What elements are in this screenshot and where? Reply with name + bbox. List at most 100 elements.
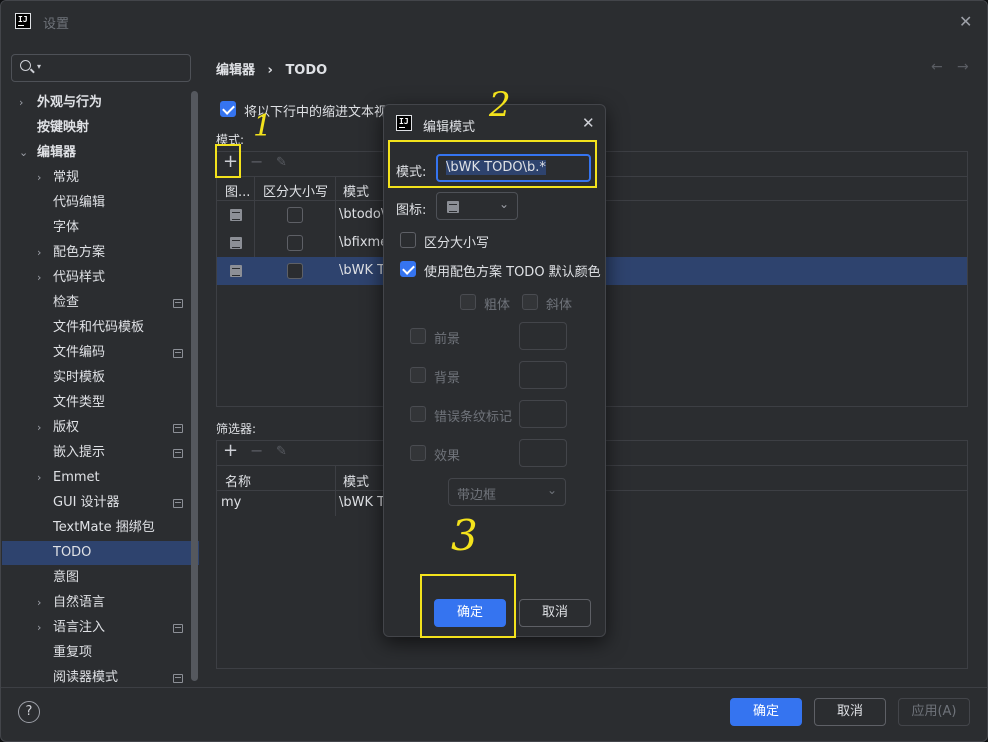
breadcrumb-separator: › [267,63,273,78]
chevron-right-icon[interactable]: › [37,171,41,184]
table-cell[interactable]: \btodo\ [339,207,383,222]
chevron-right-icon[interactable]: › [37,271,41,284]
case-sensitive-checkbox[interactable] [287,207,303,223]
bold-checkbox[interactable] [460,294,476,310]
annotation-number-1: 1 [253,109,273,144]
todo-icon [230,209,242,221]
foreground-checkbox[interactable] [410,328,426,344]
sidebar-item-file-templates[interactable]: 文件和代码模板 [53,316,144,340]
sidebar-item-inspections[interactable]: 检查 [53,291,79,315]
bold-label: 粗体 [484,298,511,313]
chevron-down-icon: ⌄ [499,197,510,211]
error-stripe-color-swatch[interactable] [519,400,567,428]
column-case-sensitive[interactable]: 区分大小写 [263,181,328,200]
annotation-number-3: 3 [451,511,478,560]
sidebar-item-font[interactable]: 字体 [53,216,79,240]
error-stripe-checkbox[interactable] [410,406,426,422]
breadcrumb-parent[interactable]: 编辑器 [216,63,255,78]
case-sensitive-checkbox[interactable] [287,235,303,251]
breadcrumb: 编辑器 › TODO [216,59,327,78]
sidebar-item-keymap[interactable]: 按键映射 [37,116,89,140]
column-divider [335,466,336,516]
column-pattern[interactable]: 模式 [343,471,369,490]
filters-label: 筛选器: [216,422,257,436]
sidebar-item-code-editing[interactable]: 代码编辑 [53,191,105,215]
sidebar-item-color-scheme[interactable]: 配色方案 [53,241,105,265]
chevron-right-icon[interactable]: › [37,596,41,609]
sidebar-item-general[interactable]: 常规 [53,166,79,190]
sidebar-item-intentions[interactable]: 意图 [53,566,79,590]
sidebar-item-language-injections[interactable]: 语言注入 [53,616,105,640]
table-cell[interactable]: \bfixme [339,235,383,250]
use-color-scheme-checkbox[interactable] [400,261,416,277]
dialog-title: 编辑模式 [423,120,476,135]
column-pattern[interactable]: 模式 [343,181,369,200]
close-icon[interactable]: ✕ [959,12,972,31]
chevron-right-icon[interactable]: › [37,246,41,259]
edit-icon[interactable]: ✎ [276,155,287,170]
sidebar-item-copyright[interactable]: 版权 [53,416,79,440]
case-sensitive-checkbox[interactable] [287,263,303,279]
case-sensitive-label: 区分大小写 [424,236,490,251]
sidebar-item-file-encodings[interactable]: 文件编码 [53,341,105,365]
sidebar-item-inlay-hints[interactable]: 嵌入提示 [53,441,105,465]
table-cell[interactable]: \bWK T [339,263,383,278]
chevron-down-icon: ▾ [37,62,42,71]
case-sensitive-checkbox[interactable] [400,232,416,248]
foreground-color-swatch[interactable] [519,322,567,350]
sidebar-item-editor[interactable]: 编辑器 [37,141,76,165]
edit-icon[interactable]: ✎ [276,444,287,459]
indent-checkbox[interactable] [220,101,236,117]
column-name[interactable]: 名称 [225,471,251,490]
sidebar-item-live-templates[interactable]: 实时模板 [53,366,105,390]
column-icon[interactable]: 图... [225,181,250,200]
remove-icon[interactable]: − [250,441,263,460]
chevron-right-icon[interactable]: › [37,621,41,634]
dialog-cancel-button[interactable]: 取消 [519,599,591,627]
todo-icon [447,201,459,213]
annotation-box-ok [420,574,516,638]
search-input[interactable]: ▾ [11,54,191,82]
help-button[interactable]: ? [18,701,40,723]
sidebar-item-todo[interactable]: TODO [53,541,91,565]
breadcrumb-current: TODO [285,63,328,78]
sidebar-scrollbar[interactable] [191,91,198,681]
table-cell[interactable]: my [221,495,241,510]
project-scope-icon [173,299,183,308]
intellij-logo-icon: IJ [15,13,31,29]
annotation-box-add [215,144,241,178]
background-color-swatch[interactable] [519,361,567,389]
effects-label: 效果 [434,449,461,464]
sidebar-item-appearance[interactable]: 外观与行为 [37,91,102,115]
sidebar-item-natural-languages[interactable]: 自然语言 [53,591,105,615]
back-arrow-icon[interactable]: ← [931,59,943,75]
remove-icon[interactable]: − [250,152,263,171]
chevron-right-icon[interactable]: › [37,471,41,484]
sidebar-item-gui-designer[interactable]: GUI 设计器 [53,491,120,515]
annotation-box-pattern [388,140,597,188]
icon-dropdown[interactable]: ⌄ [436,192,518,220]
chevron-down-icon[interactable]: ⌄ [19,146,28,159]
forward-arrow-icon[interactable]: → [957,59,969,75]
effects-color-swatch[interactable] [519,439,567,467]
ok-button[interactable]: 确定 [730,698,802,726]
background-checkbox[interactable] [410,367,426,383]
sidebar-item-textmate[interactable]: TextMate 捆绑包 [53,516,155,540]
chevron-right-icon[interactable]: › [37,421,41,434]
italic-checkbox[interactable] [522,294,538,310]
foreground-label: 前景 [434,332,461,347]
sidebar-item-duplicates[interactable]: 重复项 [53,641,92,665]
add-icon[interactable]: + [223,440,238,461]
sidebar-item-code-style[interactable]: 代码样式 [53,266,105,290]
footer-divider [1,687,987,688]
chevron-right-icon[interactable]: › [19,96,23,109]
todo-icon [230,237,242,249]
effects-checkbox[interactable] [410,445,426,461]
table-cell[interactable]: \bWK T [339,495,383,510]
effect-type-dropdown[interactable]: 带边框 ⌄ [448,478,566,506]
cancel-button[interactable]: 取消 [814,698,886,726]
sidebar-item-emmet[interactable]: Emmet [53,466,100,490]
sidebar-item-file-types[interactable]: 文件类型 [53,391,105,415]
close-icon[interactable]: ✕ [582,114,595,132]
apply-button[interactable]: 应用(A) [898,698,970,726]
